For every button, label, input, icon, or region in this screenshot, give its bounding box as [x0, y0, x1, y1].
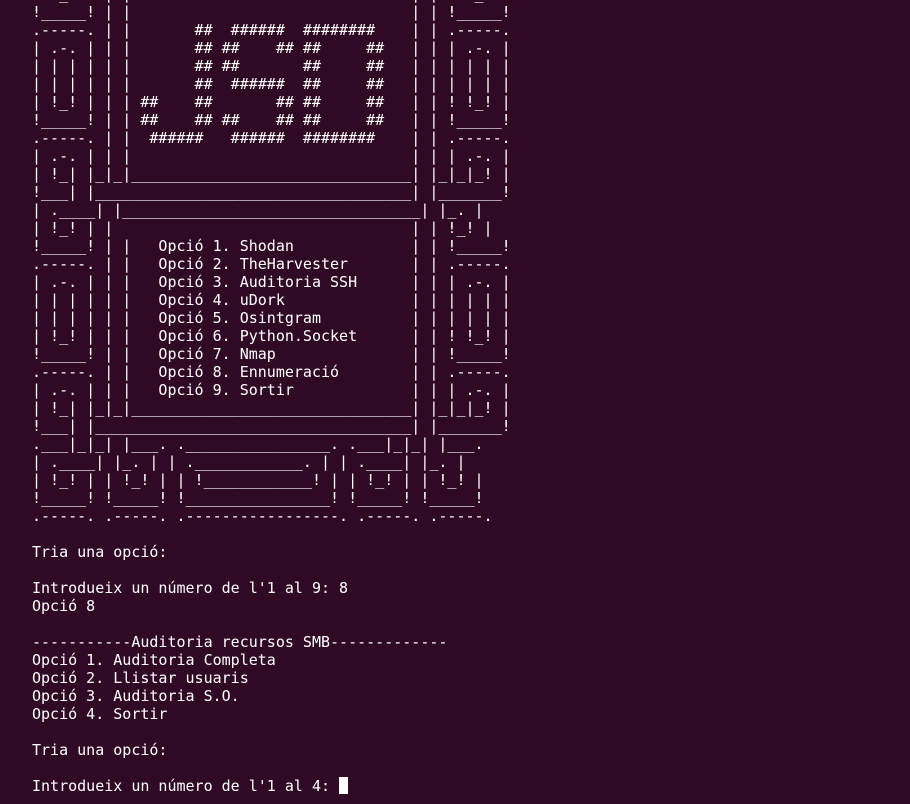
banner-line: | | | | | | ## ## ## ## | | | | | |: [32, 57, 511, 75]
input-prompt-line: Introdueix un número de l'1 al 4:: [32, 777, 902, 795]
output-line: Opció 4. Sortir: [32, 705, 902, 723]
banner-line: | !_! | | | ## ## ## ## ## | | ! !_! |: [32, 93, 511, 111]
banner-line: | !_| |_|_|_____________________________…: [32, 399, 511, 417]
output-line: Opció 3. Auditoria S.O.: [32, 687, 902, 705]
banner-line: .-----. | | ###### ###### ######## | | .…: [32, 129, 511, 147]
line-text: Tria una opció:: [32, 741, 168, 759]
banner-line: | !_! | | !_! | | !____________! | | !_!…: [32, 471, 484, 489]
banner-line: !___| |_________________________________…: [32, 417, 511, 435]
banner-line: | !_| |_|_|_____________________________…: [32, 165, 511, 183]
line-text: Opció 2. Llistar usuaris: [32, 669, 249, 687]
banner-line: !___| |_________________________________…: [32, 183, 511, 201]
banner-line: !_____! | | Opció 1. Shodan | | !_____!: [32, 237, 511, 255]
line-text: Opció 1. Auditoria Completa: [32, 651, 276, 669]
banner-line: .-----. | | ## ###### ######## | | .----…: [32, 21, 511, 39]
banner-line: | !_! | | | Opció 6. Python.Socket | | !…: [32, 327, 511, 345]
output-line: Opció 8: [32, 597, 902, 615]
ascii-banner: ! !_! ! | | | | ! !_! !!_____! | | | | !…: [32, 0, 902, 525]
banner-line: !_____! | | ## ## ## ## ## ## | | !_____…: [32, 111, 511, 129]
banner-line: .___|_|_| |___. .________________. .___|…: [32, 435, 484, 453]
banner-line: | | | | | | ## ###### ## ## | | | | | |: [32, 75, 511, 93]
output-line: -----------Auditoria recursos SMB-------…: [32, 633, 902, 651]
banner-line: | .-. | | | Opció 3. Auditoria SSH | | |…: [32, 273, 511, 291]
banner-line: .-----. .-----. .-----------------. .---…: [32, 507, 493, 525]
banner-line: | | | | | | Opció 4. uDork | | | | | |: [32, 291, 511, 309]
line-text: Introdueix un número de l'1 al 9: 8: [32, 579, 349, 597]
line-text: -----------Auditoria recursos SMB-------…: [32, 633, 448, 651]
banner-line: | .-. | | | Opció 9. Sortir | | | .-. |: [32, 381, 511, 399]
output-line: Opció 1. Auditoria Completa: [32, 651, 902, 669]
terminal-window[interactable]: ! !_! ! | | | | ! !_! !!_____! | | | | !…: [32, 0, 902, 804]
banner-line: | | | | | | Opció 5. Osintgram | | | | |…: [32, 309, 511, 327]
banner-line: | .____| |_. | | .____________. | | .___…: [32, 453, 466, 471]
line-text: Opció 4. Sortir: [32, 705, 168, 723]
banner-line: | .-. | | | | | | .-. |: [32, 147, 511, 165]
banner-line: !_____! | | Opció 7. Nmap | | !_____!: [32, 345, 511, 363]
banner-line: | .-. | | | ## ## ## ## ## | | | .-. |: [32, 39, 511, 57]
banner-line: .-----. | | Opció 2. TheHarvester | | .-…: [32, 255, 511, 273]
output-line: Opció 2. Llistar usuaris: [32, 669, 902, 687]
line-text: Opció 3. Auditoria S.O.: [32, 687, 240, 705]
banner-line: .-----. | | Opció 8. Ennumeració | | .--…: [32, 363, 511, 381]
output-line: Introdueix un número de l'1 al 9: 8: [32, 579, 902, 597]
output-line: Tria una opció:: [32, 543, 902, 561]
line-text: Tria una opció:: [32, 543, 168, 561]
banner-line: | .____| |______________________________…: [32, 201, 484, 219]
banner-line: !_____! !_____! !________________! !____…: [32, 489, 484, 507]
line-text: Opció 8: [32, 597, 96, 615]
terminal-cursor[interactable]: [339, 777, 349, 794]
banner-line: | !_! | | | | !_! |: [32, 219, 493, 237]
banner-line: !_____! | | | | !_____!: [32, 3, 511, 21]
output-line: Tria una opció:: [32, 741, 902, 759]
terminal-output: Tria una opció: Introdueix un número de l…: [32, 525, 902, 795]
line-text: Introdueix un número de l'1 al 4:: [32, 777, 340, 795]
